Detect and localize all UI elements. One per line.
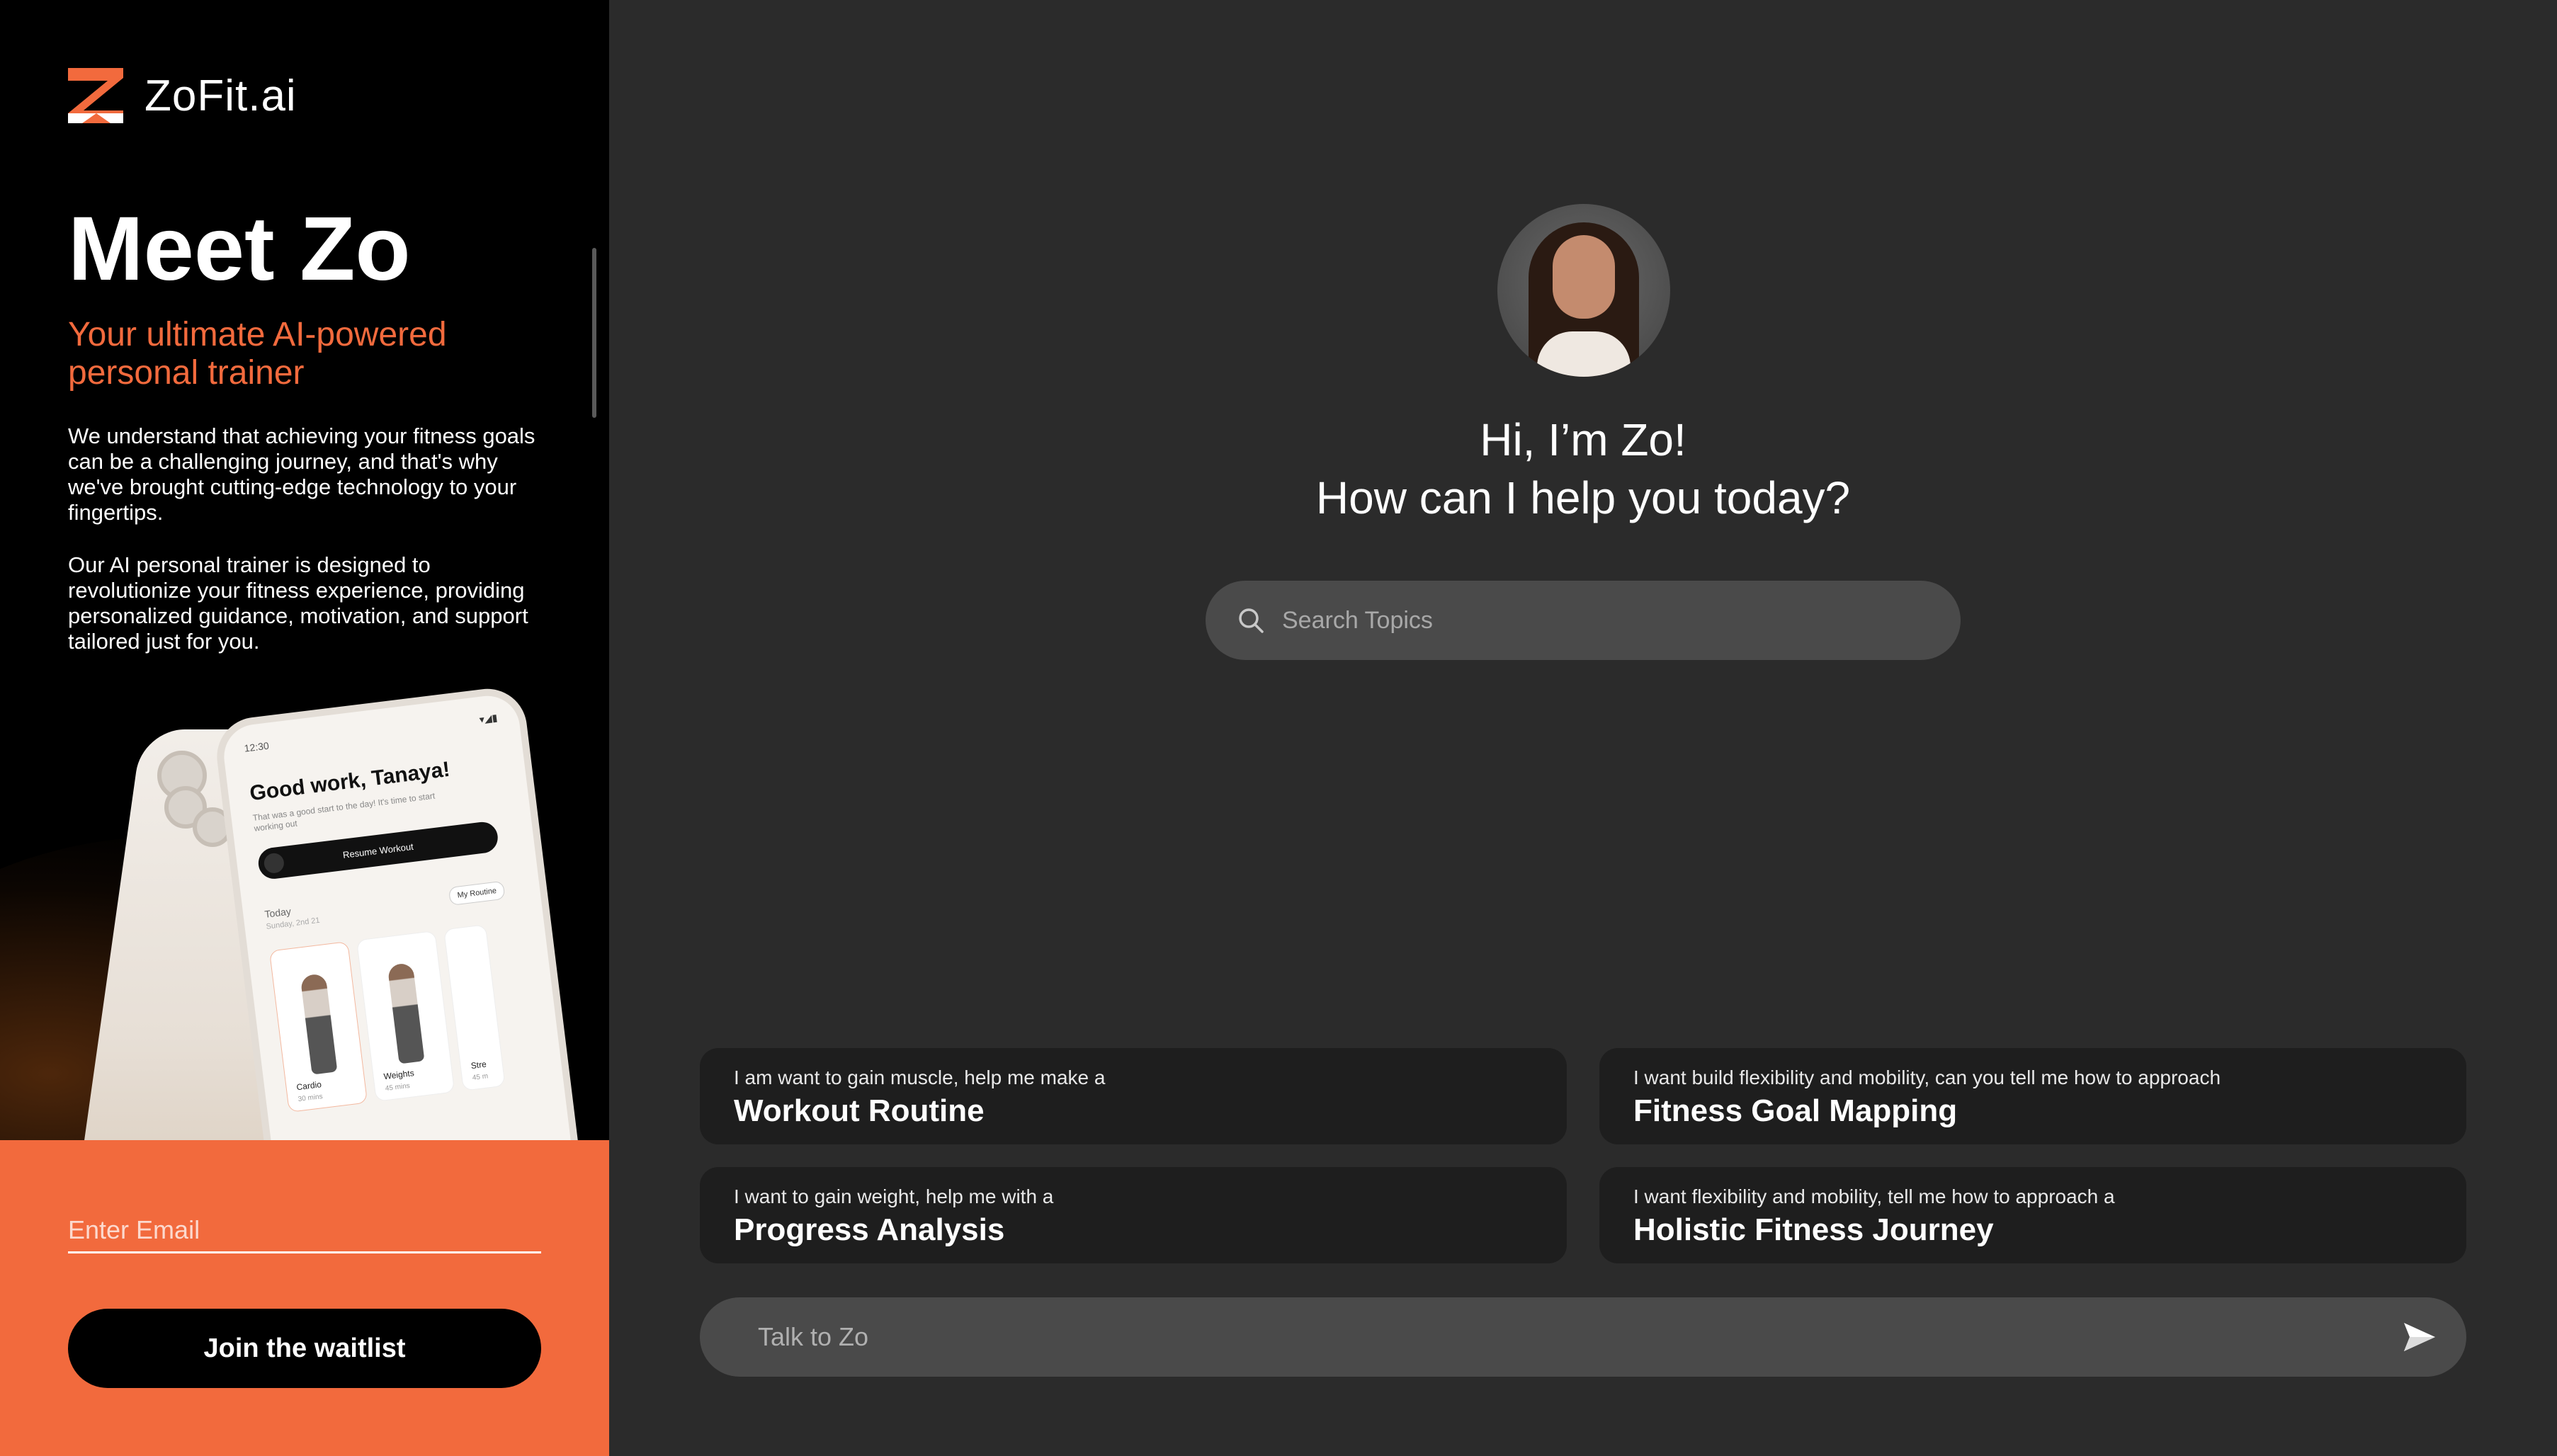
suggestion-prefix: I want flexibility and mobility, tell me… bbox=[1633, 1185, 2115, 1207]
phone-status-icons: ▾◢▮ bbox=[478, 711, 499, 725]
email-field[interactable] bbox=[68, 1208, 541, 1253]
intro-paragraph-1: We understand that achieving your fitnes… bbox=[68, 423, 535, 525]
left-panel: ZoFit.ai Meet Zo Your ultimate AI-powere… bbox=[0, 0, 609, 1456]
phone-front-mockup: 12:30 ▾◢▮ Good work, Tanaya! That was a … bbox=[212, 684, 583, 1215]
intro-paragraph-2: Our AI personal trainer is designed to r… bbox=[68, 552, 528, 654]
card-duration: 45 m bbox=[472, 1072, 489, 1082]
zo-avatar bbox=[1497, 204, 1670, 377]
left-panel-scrollbar[interactable] bbox=[592, 248, 596, 418]
trainer-figure-image bbox=[387, 962, 425, 1064]
phone-workout-card: Cardio 30 mins bbox=[268, 941, 368, 1113]
play-icon bbox=[263, 852, 285, 875]
search-icon bbox=[1239, 608, 1264, 633]
phone-routine-chip: My Routine bbox=[448, 880, 506, 906]
phone-resume-label: Resume Workout bbox=[342, 841, 414, 860]
trainer-figure-image bbox=[300, 973, 338, 1075]
suggestion-card-workout-routine[interactable]: I am want to gain muscle, help me make a… bbox=[700, 1048, 1567, 1144]
send-button[interactable] bbox=[2403, 1321, 2437, 1353]
suggestion-prefix: I want to gain weight, help me with a bbox=[734, 1185, 1054, 1207]
avatar-face bbox=[1553, 235, 1615, 319]
avatar-body bbox=[1537, 331, 1631, 377]
phone-workout-card: Stre 45 m bbox=[443, 924, 506, 1091]
card-duration: 45 mins bbox=[385, 1081, 411, 1093]
waitlist-signup: Join the waitlist bbox=[0, 1140, 609, 1456]
phone-time: 12:30 bbox=[243, 739, 270, 754]
page-subtitle: Your ultimate AI-powered personal traine… bbox=[68, 316, 447, 392]
suggestion-title: Progress Analysis bbox=[734, 1212, 1005, 1247]
phone-workout-card: Weights 45 mins bbox=[356, 930, 455, 1102]
search-input[interactable] bbox=[1281, 581, 1918, 660]
phone-today-label: Today bbox=[263, 905, 292, 920]
assistant-greeting: Hi, I’m Zo! How can I help you today? bbox=[1162, 411, 2005, 527]
suggestion-prefix: I want build flexibility and mobility, c… bbox=[1633, 1067, 2221, 1088]
card-duration: 30 mins bbox=[297, 1093, 324, 1104]
page-title: Meet Zo bbox=[68, 198, 411, 300]
card-label: Weights bbox=[382, 1068, 415, 1082]
suggestion-title: Workout Routine bbox=[734, 1093, 985, 1128]
suggestion-card-fitness-goal-mapping[interactable]: I want build flexibility and mobility, c… bbox=[1599, 1048, 2466, 1144]
chat-input[interactable] bbox=[756, 1297, 2371, 1377]
greeting-line-1: Hi, I’m Zo! bbox=[1480, 414, 1686, 465]
suggestion-prefix: I am want to gain muscle, help me make a bbox=[734, 1067, 1106, 1088]
chat-bar[interactable] bbox=[700, 1297, 2466, 1377]
search-bar[interactable] bbox=[1206, 581, 1961, 660]
suggestion-card-progress-analysis[interactable]: I want to gain weight, help me with a Pr… bbox=[700, 1167, 1567, 1263]
brand-logo[interactable]: ZoFit.ai bbox=[68, 68, 297, 123]
zofit-logo-icon bbox=[68, 68, 123, 123]
send-icon bbox=[2404, 1323, 2435, 1351]
suggestion-title: Fitness Goal Mapping bbox=[1633, 1093, 1958, 1128]
brand-name: ZoFit.ai bbox=[144, 71, 297, 120]
greeting-line-2: How can I help you today? bbox=[1315, 472, 1851, 523]
suggestion-card-holistic-fitness-journey[interactable]: I want flexibility and mobility, tell me… bbox=[1599, 1167, 2466, 1263]
card-label: Cardio bbox=[295, 1079, 322, 1093]
suggestion-title: Holistic Fitness Journey bbox=[1633, 1212, 1994, 1247]
join-waitlist-button[interactable]: Join the waitlist bbox=[68, 1309, 541, 1388]
card-label: Stre bbox=[470, 1059, 487, 1071]
